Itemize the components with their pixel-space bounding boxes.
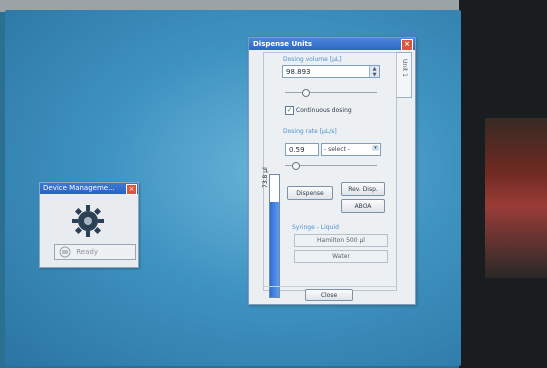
dosing-volume-slider-thumb[interactable] bbox=[302, 89, 310, 97]
window-title: Dispense Units bbox=[253, 40, 313, 48]
dispense-units-titlebar: Dispense Units × bbox=[249, 38, 415, 51]
device-manager-title: Device Manageme... bbox=[43, 184, 115, 192]
rev-disp-button[interactable]: Rev. Disp. bbox=[341, 182, 385, 196]
spin-arrows-icon[interactable]: ▲ ▼ bbox=[369, 66, 379, 78]
dosing-rate-value: 0.59 bbox=[289, 146, 305, 154]
tab-unit-1-label: Unit 1 bbox=[401, 59, 408, 77]
close-icon[interactable]: × bbox=[401, 39, 413, 51]
tab-unit-1[interactable]: Unit 1 bbox=[395, 52, 412, 98]
gear-icon bbox=[72, 205, 104, 237]
volume-level-fill bbox=[270, 201, 279, 297]
footer-divider bbox=[263, 286, 397, 287]
dosing-rate-select[interactable]: - select - ▾ bbox=[321, 143, 381, 156]
dosing-rate-select-value: - select - bbox=[324, 146, 350, 153]
dosing-rate-input[interactable]: 0.59 bbox=[285, 143, 319, 156]
desktop: Device Manageme... × Ready Dispense Unit… bbox=[5, 10, 461, 366]
dosing-rate-slider-thumb[interactable] bbox=[292, 162, 300, 170]
chevron-down-icon: ▾ bbox=[372, 145, 379, 151]
close-button[interactable]: Close bbox=[305, 289, 353, 301]
volume-level-bar bbox=[269, 174, 280, 298]
liquid-field: Water bbox=[294, 250, 388, 263]
background-objects bbox=[485, 118, 547, 278]
dosing-volume-value: 98.893 bbox=[286, 68, 311, 76]
device-status-text: Ready bbox=[76, 248, 98, 256]
syringe-field: Hamilton 500 µl bbox=[294, 234, 388, 247]
device-manager-titlebar: Device Manageme... × bbox=[40, 183, 138, 195]
dosing-volume-slider-track[interactable] bbox=[285, 92, 377, 93]
continuous-dosing-label: Continuous dosing bbox=[296, 107, 352, 114]
dispense-units-window: Dispense Units × Unit 1 Dosing volume [µ… bbox=[248, 37, 416, 305]
dispense-button[interactable]: Dispense bbox=[287, 186, 333, 200]
close-icon[interactable]: × bbox=[126, 184, 137, 195]
dosing-volume-input[interactable]: 98.893 ▲ ▼ bbox=[282, 65, 380, 78]
syringe-liquid-label: Syringe - Liquid bbox=[292, 224, 339, 231]
volume-level-label: 73.8 µl bbox=[262, 167, 269, 188]
device-status-field: Ready bbox=[54, 244, 136, 260]
device-status-icon bbox=[59, 246, 71, 258]
abort-button[interactable]: ABOA bbox=[341, 199, 385, 213]
continuous-dosing-checkbox[interactable]: ✓ bbox=[285, 106, 294, 115]
dosing-rate-label: Dosing rate [µL/s] bbox=[283, 128, 337, 135]
device-manager-window: Device Manageme... × Ready bbox=[39, 182, 139, 268]
dosing-volume-label: Dosing volume [µL] bbox=[283, 56, 342, 63]
